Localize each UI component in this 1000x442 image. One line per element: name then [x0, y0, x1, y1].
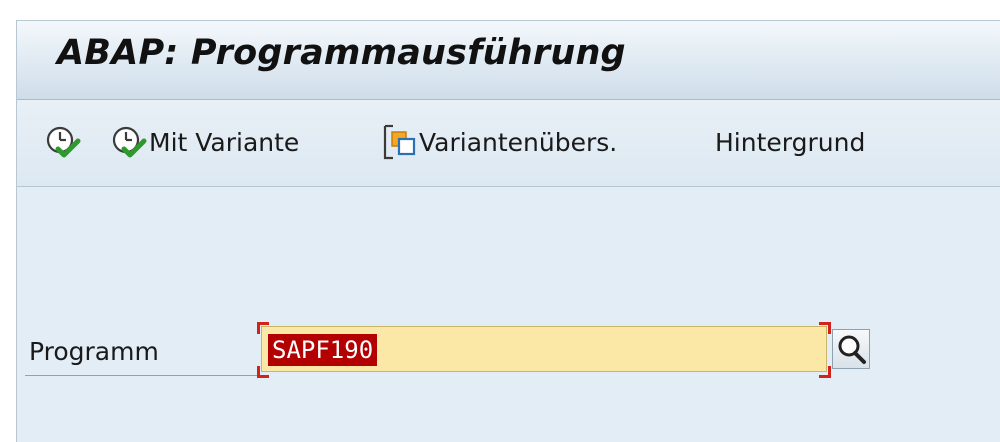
title-bar: ABAP: Programmausführung [17, 21, 1000, 100]
with-variant-button[interactable]: Mit Variante [109, 122, 299, 162]
magnifier-icon [838, 335, 866, 364]
application-toolbar: Mit Variante Variantenübers. Hintergrund [17, 100, 1000, 187]
execute-variant-icon [112, 126, 147, 158]
label-underline [25, 375, 257, 376]
selection-screen: Programm SAPF190 [17, 187, 1000, 442]
sap-window: ABAP: Programmausführung Mit Variante Va… [16, 20, 1000, 442]
program-input[interactable]: SAPF190 [261, 326, 827, 372]
required-marker [257, 322, 269, 334]
background-label: Hintergrund [715, 127, 866, 157]
variant-overview-button[interactable]: Variantenübers. [379, 122, 617, 162]
execute-icon [46, 126, 81, 158]
program-field[interactable]: SAPF190 [257, 322, 831, 378]
with-variant-label: Mit Variante [149, 127, 300, 157]
required-marker [257, 366, 269, 378]
execute-button[interactable] [43, 122, 83, 162]
program-label: Programm [29, 337, 159, 366]
background-button[interactable]: Hintergrund [715, 122, 865, 162]
program-input-value: SAPF190 [268, 334, 378, 366]
required-marker [819, 322, 831, 334]
required-marker [819, 366, 831, 378]
variant-overview-icon [383, 124, 416, 160]
search-help-button[interactable] [832, 329, 870, 369]
page-title: ABAP: Programmausführung [57, 33, 626, 73]
variant-overview-label: Variantenübers. [419, 127, 618, 157]
screen: ABAP: Programmausführung Mit Variante Va… [0, 0, 1000, 442]
